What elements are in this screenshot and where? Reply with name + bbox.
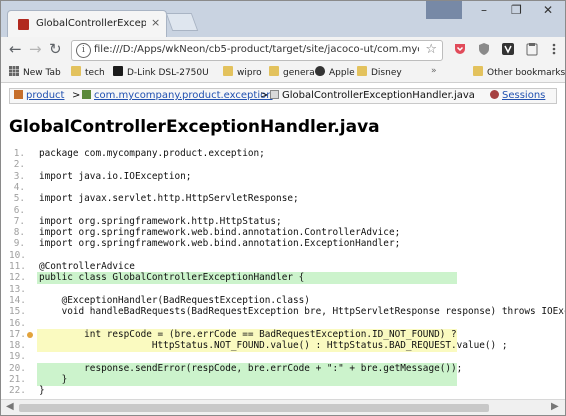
pocket-icon[interactable] (453, 42, 467, 56)
new-tab-button[interactable] (165, 13, 199, 31)
breadcrumb-package[interactable]: com.mycompany.product.exception (82, 90, 273, 101)
branch-coverage-icon[interactable] (27, 332, 33, 338)
package-icon (14, 90, 23, 99)
bookmarks-bar: New Tab tech D-Link DSL-2750U wipro gene… (1, 63, 565, 83)
code-line: 9. import org.springframework.web.bind.an… (9, 238, 565, 250)
tab-strip: GlobalControllerExceptio × – ❐ ✕ (1, 1, 565, 38)
folder-icon (71, 66, 81, 76)
code-line: 19. (9, 351, 565, 363)
line-number: 5. (13, 193, 25, 204)
code-line: 22.} (9, 385, 565, 397)
breadcrumb-file: GlobalControllerExceptionHandler.java (270, 90, 475, 101)
minimize-icon[interactable]: – (481, 3, 487, 17)
code-line: 2. (9, 159, 565, 171)
bookmark-label: New Tab (23, 68, 61, 78)
apps-grid-icon (9, 66, 19, 76)
extension-v-icon[interactable] (501, 42, 515, 56)
extension-shield-icon[interactable] (477, 42, 491, 56)
file-icon (270, 90, 279, 99)
breadcrumb-label: com.mycompany.product.exception (94, 90, 273, 101)
tab-title: GlobalControllerExceptio (36, 18, 146, 29)
menu-icon[interactable] (547, 42, 561, 56)
line-number: 15. (9, 306, 26, 317)
bookmark-new-tab[interactable]: New Tab (9, 66, 61, 78)
close-window-icon[interactable]: ✕ (543, 3, 553, 17)
code-line: 15. void handleBadRequests(BadRequestExc… (9, 306, 566, 318)
bookmark-label: D-Link DSL-2750U (127, 68, 209, 78)
back-arrow-icon[interactable]: ← (9, 41, 22, 57)
browser-window: GlobalControllerExceptio × – ❐ ✕ ← → ↻ i… (0, 0, 566, 416)
breadcrumb-separator: > (260, 90, 269, 101)
bookmark-wipro[interactable]: wipro (223, 66, 262, 78)
bookmark-tech[interactable]: tech (71, 66, 105, 78)
maximize-icon[interactable]: ❐ (511, 3, 522, 17)
code-text: import org.springframework.web.bind.anno… (39, 238, 401, 249)
page-title: GlobalControllerExceptionHandler.java (9, 117, 380, 137)
apple-icon (315, 66, 325, 76)
address-bar[interactable]: i file:///D:/Apps/wkNeon/cb5-product/tar… (71, 40, 443, 61)
breadcrumb-label: GlobalControllerExceptionHandler.java (282, 90, 475, 101)
bookmark-genera[interactable]: genera (269, 66, 315, 78)
scroll-right-icon[interactable]: ▶ (551, 401, 559, 412)
folder-icon (223, 66, 233, 76)
address-url[interactable]: file:///D:/Apps/wkNeon/cb5-product/targe… (94, 44, 419, 55)
scroll-left-icon[interactable]: ◀ (6, 401, 14, 412)
jacoco-favicon-icon (18, 19, 29, 30)
folder-icon (357, 66, 367, 76)
user-profile-button[interactable] (426, 1, 462, 19)
folder-icon (473, 66, 483, 76)
forward-arrow-icon[interactable]: → (29, 41, 42, 57)
breadcrumb-label: product (26, 90, 65, 101)
tab-active[interactable]: GlobalControllerExceptio × (7, 10, 167, 38)
browser-toolbar: ← → ↻ i file:///D:/Apps/wkNeon/cb5-produ… (1, 37, 565, 63)
line-number: 9. (13, 238, 25, 249)
bookmarks-overflow-icon[interactable]: » (431, 66, 437, 76)
bookmark-label: Other bookmarks (487, 68, 566, 78)
code-text: import javax.servlet.http.HttpServletRes… (39, 193, 299, 204)
horizontal-scrollbar[interactable]: ◀ ▶ (1, 399, 565, 415)
sessions-label: Sessions (502, 90, 546, 101)
breadcrumb-separator: > (72, 90, 81, 101)
package-icon (82, 90, 91, 99)
code-line: 5. import javax.servlet.http.HttpServletR… (9, 193, 565, 205)
bookmark-label: tech (85, 68, 105, 78)
code-text: public class GlobalControllerExceptionHa… (39, 272, 305, 283)
breadcrumb-product[interactable]: product (14, 90, 64, 101)
code-text: void handleBadRequests(BadRequestExcepti… (39, 306, 566, 317)
line-number: 12. (9, 272, 26, 283)
reload-icon[interactable]: ↻ (49, 41, 62, 57)
bookmark-dlink[interactable]: D-Link DSL-2750U (113, 66, 209, 78)
sessions-link[interactable]: Sessions (490, 90, 545, 101)
bookmark-label: Disney (371, 68, 402, 78)
bookmark-other[interactable]: Other bookmarks (473, 66, 565, 78)
scrollbar-thumb[interactable] (19, 404, 489, 412)
bookmark-label: genera (283, 68, 315, 78)
page-info-icon[interactable]: i (76, 43, 91, 58)
tab-close-icon[interactable]: × (151, 16, 160, 29)
line-number: 2. (13, 159, 25, 170)
bookmark-star-icon[interactable]: ☆ (425, 42, 437, 57)
bookmark-label: Apple (329, 68, 355, 78)
code-text: } (39, 385, 45, 396)
dlink-icon (113, 66, 123, 76)
line-number: 19. (9, 351, 26, 362)
folder-icon (269, 66, 279, 76)
line-number: 22. (9, 385, 26, 396)
source-code-listing: 1. package com.mycompany.product.exceptio… (9, 148, 566, 398)
extension-clipboard-icon[interactable] (525, 42, 539, 56)
bookmark-label: wipro (237, 68, 262, 78)
breadcrumb: product > com.mycompany.product.exceptio… (9, 88, 557, 104)
code-line: 12. public class GlobalControllerExceptio… (9, 272, 565, 284)
bookmark-apple[interactable]: Apple (315, 66, 355, 78)
bookmark-disney[interactable]: Disney (357, 66, 402, 78)
sessions-icon (490, 90, 499, 99)
